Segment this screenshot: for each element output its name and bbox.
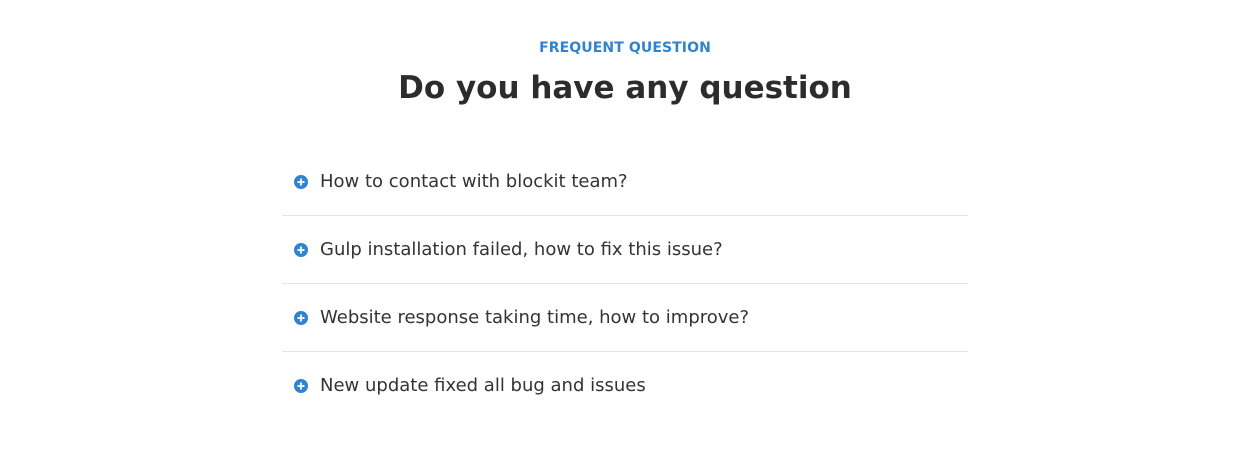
- faq-item[interactable]: New update fixed all bug and issues: [282, 352, 968, 420]
- plus-circle-icon: [294, 174, 308, 189]
- faq-question: Website response taking time, how to imp…: [320, 306, 750, 328]
- faq-question: How to contact with blockit team?: [320, 170, 628, 192]
- plus-circle-icon: [294, 242, 308, 257]
- section-eyebrow: FREQUENT QUESTION: [539, 40, 711, 56]
- plus-circle-icon: [294, 379, 308, 393]
- faq-question: Gulp installation failed, how to fix thi…: [320, 238, 723, 260]
- page-title: Do you have any question: [398, 70, 852, 106]
- faq-item[interactable]: How to contact with blockit team?: [282, 148, 968, 216]
- faq-list: How to contact with blockit team? Gulp i…: [282, 148, 968, 420]
- faq-item[interactable]: Website response taking time, how to imp…: [282, 284, 968, 352]
- faq-section: FREQUENT QUESTION Do you have any questi…: [0, 0, 1250, 460]
- faq-question: New update fixed all bug and issues: [320, 375, 646, 396]
- faq-item[interactable]: Gulp installation failed, how to fix thi…: [282, 216, 968, 284]
- plus-circle-icon: [294, 310, 308, 325]
